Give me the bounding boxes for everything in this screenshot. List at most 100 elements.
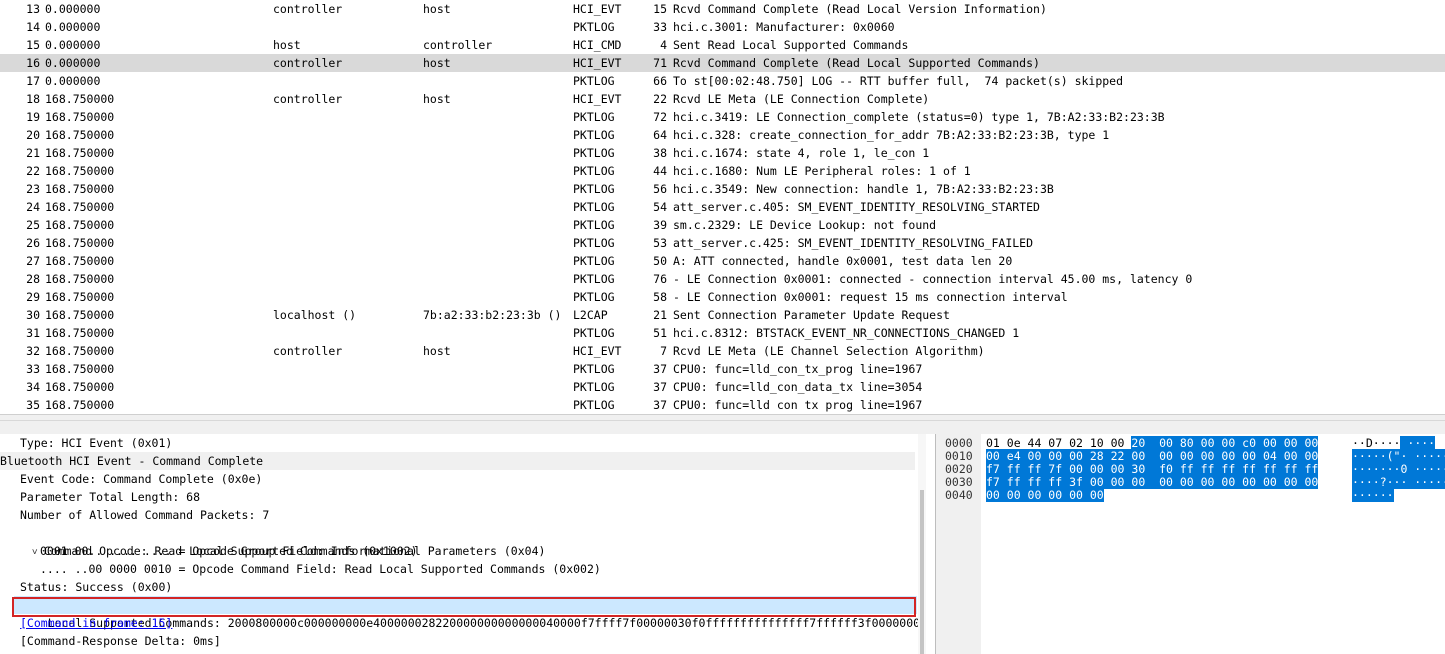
command-in-frame-text[interactable]: [Command in frame: 15] — [20, 616, 172, 630]
packet-row[interactable]: 28 168.750000 PKTLOG 76 - LE Connection 0x00… — [0, 270, 1445, 288]
packet-info: hci.c.1674: state 4, role 1, le_con 1 — [673, 146, 930, 160]
packet-length: 53 — [653, 236, 667, 250]
packet-number: 26 — [26, 236, 40, 250]
packet-time: 168.750000 — [45, 236, 115, 250]
detail-scrollbar-thumb[interactable] — [920, 490, 924, 654]
packet-protocol: PKTLOG — [573, 200, 615, 214]
packet-info: - LE Connection 0x0001: request 15 ms co… — [673, 290, 1068, 304]
packet-time: 168.750000 — [45, 110, 115, 124]
detail-response-delta[interactable]: [Command-Response Delta: 0ms] — [20, 632, 926, 650]
packet-source: controller — [273, 344, 343, 358]
packet-protocol: PKTLOG — [573, 290, 615, 304]
command-in-frame-link[interactable]: [Command in frame: 15] — [20, 614, 926, 632]
packet-number: 35 — [26, 398, 40, 412]
detail-ocf[interactable]: .... ..00 0000 0010 = Opcode Command Fie… — [40, 560, 926, 578]
packet-length: 33 — [653, 20, 667, 34]
packet-row[interactable]: 24 168.750000 PKTLOG 54 att_server.c.405: SM… — [0, 198, 1445, 216]
detail-hci-event-header[interactable]: Bluetooth HCI Event - Command Complete — [0, 452, 915, 470]
hex-bytes-selected: f7 ff ff 7f 00 00 00 30 f0 ff ff ff ff f… — [986, 462, 1319, 476]
packet-destination: 7b:a2:33:b2:23:3b () — [423, 308, 562, 322]
packet-row[interactable]: 32 168.750000 controller host HCI_EVT 7 Rcvd L… — [0, 342, 1445, 360]
detail-param-length[interactable]: Parameter Total Length: 68 — [20, 488, 926, 506]
packet-row[interactable]: 14 0.000000 PKTLOG 33 hci.c.3001: Manufactur… — [0, 18, 1445, 36]
packet-length: 4 — [660, 38, 667, 52]
packet-protocol: PKTLOG — [573, 362, 615, 376]
packet-info: att_server.c.405: SM_EVENT_IDENTITY_RESO… — [673, 200, 1040, 214]
packet-protocol: PKTLOG — [573, 272, 615, 286]
ascii-bytes-plain: ··D···· — [1352, 436, 1401, 450]
packet-info: Rcvd Command Complete (Read Local Suppor… — [673, 56, 1040, 70]
packet-length: 21 — [653, 308, 667, 322]
packet-info: Rcvd LE Meta (LE Connection Complete) — [673, 92, 930, 106]
packet-row[interactable]: 17 0.000000 PKTLOG 66 To st[00:02:48.750] LO… — [0, 72, 1445, 90]
packet-protocol: PKTLOG — [573, 164, 615, 178]
packet-row[interactable]: 21 168.750000 PKTLOG 38 hci.c.1674: state 4,… — [0, 144, 1445, 162]
packet-row[interactable]: 15 0.000000 host controller HCI_CMD 4 Sent Rea… — [0, 36, 1445, 54]
ascii-bytes[interactable]: ······ — [1352, 488, 1394, 502]
packet-protocol: HCI_EVT — [573, 92, 622, 106]
ascii-bytes-selected: ····?··· ········ — [1352, 475, 1445, 489]
hex-bytes[interactable]: 00 00 00 00 00 00 — [986, 488, 1104, 502]
bytes-row: 0040 00 00 00 00 00 00 ······ — [936, 488, 1445, 502]
packet-source: controller — [273, 2, 343, 16]
packet-row[interactable]: 31 168.750000 PKTLOG 51 hci.c.8312: BTSTACK_… — [0, 324, 1445, 342]
detail-allowed-packets[interactable]: Number of Allowed Command Packets: 7 — [20, 506, 926, 524]
packet-list: 13 0.000000 controller host HCI_EVT 15 Rcvd Co… — [0, 0, 1445, 414]
packet-row[interactable]: 25 168.750000 PKTLOG 39 sm.c.2329: LE Device… — [0, 216, 1445, 234]
packet-number: 31 — [26, 326, 40, 340]
packet-number: 18 — [26, 92, 40, 106]
packet-number: 17 — [26, 74, 40, 88]
packet-number: 24 — [26, 200, 40, 214]
packet-row[interactable]: 29 168.750000 PKTLOG 58 - LE Connection 0x00… — [0, 288, 1445, 306]
packet-time: 0.000000 — [45, 38, 101, 52]
hex-bytes-plain: 01 0e 44 07 02 10 00 — [986, 436, 1132, 450]
packet-length: 15 — [653, 2, 667, 16]
splitter-line-top — [0, 414, 1445, 415]
packet-number: 32 — [26, 344, 40, 358]
packet-time: 168.750000 — [45, 344, 115, 358]
detail-type[interactable]: Type: HCI Event (0x01) — [20, 434, 926, 452]
packet-row[interactable]: 19 168.750000 PKTLOG 72 hci.c.3419: LE Conne… — [0, 108, 1445, 126]
packet-row[interactable]: 26 168.750000 PKTLOG 53 att_server.c.425: SM… — [0, 234, 1445, 252]
detail-scrollbar[interactable] — [918, 434, 926, 654]
detail-opcode-row[interactable]: ˅ Command Opcode: Read Local Supported Co… — [4, 524, 919, 558]
detail-event-code[interactable]: Event Code: Command Complete (0x0e) — [20, 470, 926, 488]
packet-row-selected[interactable]: 16 0.000000 controller host HCI_EVT 71 Rcvd Co… — [0, 54, 1445, 72]
packet-time: 168.750000 — [45, 200, 115, 214]
packet-protocol: PKTLOG — [573, 74, 615, 88]
packet-number: 30 — [26, 308, 40, 322]
packet-number: 14 — [26, 20, 40, 34]
packet-time: 168.750000 — [45, 92, 115, 106]
packet-row[interactable]: 13 0.000000 controller host HCI_EVT 15 Rcvd Co… — [0, 0, 1445, 18]
packet-length: 22 — [653, 92, 667, 106]
packet-row[interactable]: 20 168.750000 PKTLOG 64 hci.c.328: create_co… — [0, 126, 1445, 144]
packet-number: 21 — [26, 146, 40, 160]
packet-info: Rcvd Command Complete (Read Local Versio… — [673, 2, 1047, 16]
detail-status[interactable]: Status: Success (0x00) — [20, 578, 926, 596]
packet-row[interactable]: 27 168.750000 PKTLOG 50 A: ATT connected, ha… — [0, 252, 1445, 270]
packet-info: A: ATT connected, handle 0x0001, test da… — [673, 254, 1013, 268]
packet-time: 168.750000 — [45, 290, 115, 304]
packet-details-pane: Type: HCI Event (0x01) Bluetooth HCI Eve… — [0, 434, 926, 654]
packet-row[interactable]: 35 168.750000 PKTLOG 37 CPU0: func=lld con t… — [0, 396, 1445, 414]
packet-length: 76 — [653, 272, 667, 286]
hex-bytes-selected: f7 ff ff ff 3f 00 00 00 00 00 00 00 00 0… — [986, 475, 1319, 489]
pane-splitter[interactable] — [0, 414, 1445, 434]
detail-ogf[interactable]: 0001 00.. .... .... = Opcode Group Field… — [40, 542, 926, 560]
packet-length: 37 — [653, 380, 667, 394]
packet-row[interactable]: 34 168.750000 PKTLOG 37 CPU0: func=lld_con_d… — [0, 378, 1445, 396]
packet-row[interactable]: 30 168.750000 localhost () 7b:a2:33:b2:23:3… — [0, 306, 1445, 324]
packet-protocol: PKTLOG — [573, 326, 615, 340]
detail-local-supported-commands[interactable]: Local Supported Commands: 2000800000c000… — [14, 596, 920, 630]
packet-number: 15 — [26, 38, 40, 52]
packet-time: 0.000000 — [45, 74, 101, 88]
packet-info: hci.c.3001: Manufacturer: 0x0060 — [673, 20, 895, 34]
packet-row[interactable]: 22 168.750000 PKTLOG 44 hci.c.1680: Num LE P… — [0, 162, 1445, 180]
packet-row[interactable]: 18 168.750000 controller host HCI_EVT 22 Rcvd … — [0, 90, 1445, 108]
packet-row[interactable]: 23 168.750000 PKTLOG 56 hci.c.3549: New conn… — [0, 180, 1445, 198]
packet-protocol: PKTLOG — [573, 254, 615, 268]
packet-time: 0.000000 — [45, 2, 101, 16]
packet-row[interactable]: 33 168.750000 PKTLOG 37 CPU0: func=lld_con_t… — [0, 360, 1445, 378]
packet-time: 168.750000 — [45, 218, 115, 232]
packet-length: 71 — [653, 56, 667, 70]
